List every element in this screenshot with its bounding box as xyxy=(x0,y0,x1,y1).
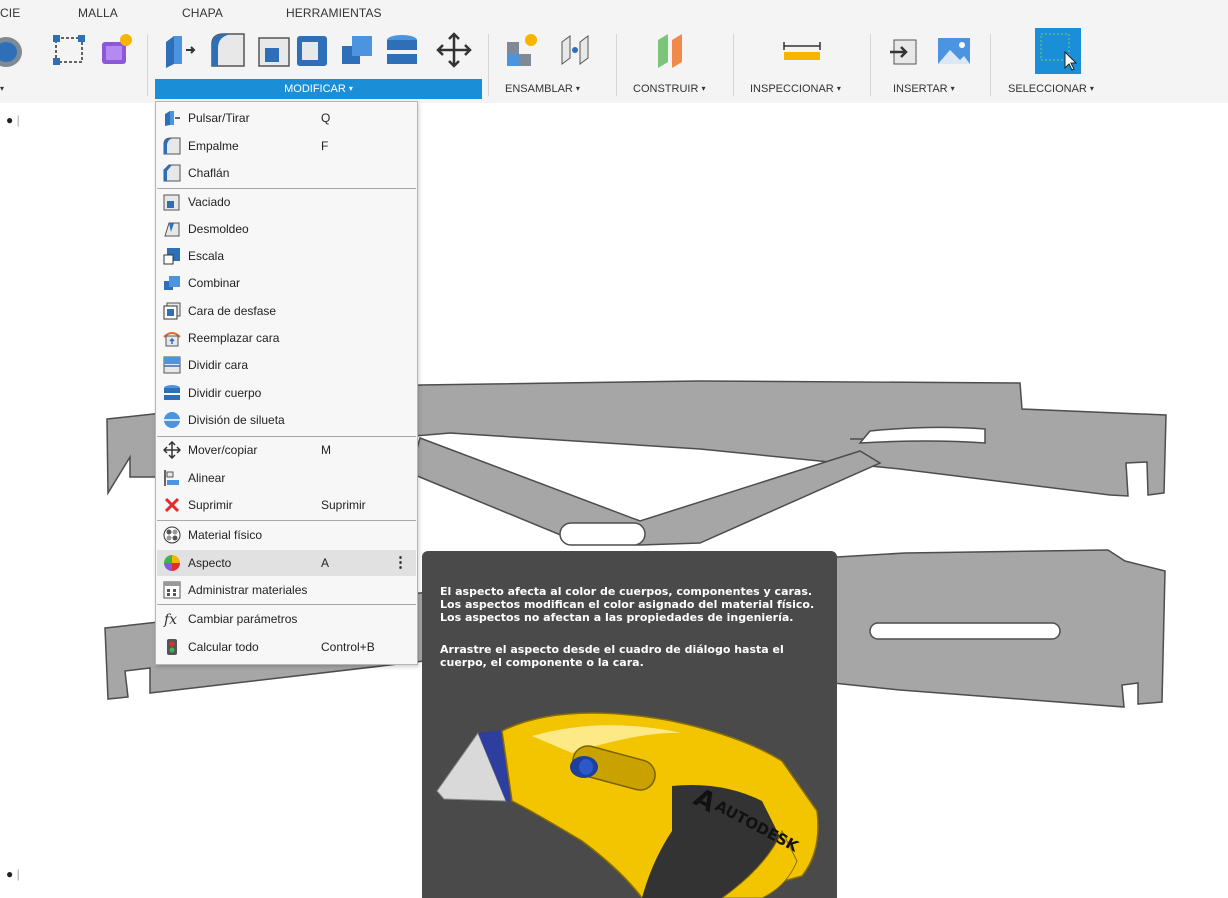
menu-item-escala[interactable]: Escala xyxy=(157,243,416,269)
physical-material-icon xyxy=(163,526,181,544)
workspace-tab-bar: CIE MALLA CHAPA HERRAMIENTAS xyxy=(0,0,1228,26)
split-view-icon[interactable] xyxy=(293,30,333,70)
chamfer-icon xyxy=(163,164,181,182)
tooltip-line: El aspecto afecta al color de cuerpos, c… xyxy=(440,585,813,598)
more-options-icon[interactable]: ⋮ xyxy=(393,553,408,571)
menu-item-desmoldeo[interactable]: Desmoldeo xyxy=(157,216,416,242)
toolbar-divider xyxy=(990,34,991,96)
tooltip-line: Arrastre el aspecto desde el cuadro de d… xyxy=(440,643,784,656)
toolbar-divider xyxy=(733,34,734,96)
move-copy-icon[interactable] xyxy=(434,30,474,70)
draft-icon xyxy=(164,222,180,237)
shell-icon[interactable] xyxy=(255,30,295,70)
toolbar-divider xyxy=(488,34,489,96)
revolve-icon[interactable] xyxy=(0,30,26,70)
insert-derive-icon[interactable] xyxy=(886,30,926,70)
split-face-icon xyxy=(163,356,181,374)
split-body-icon[interactable] xyxy=(382,30,422,70)
menu-item-cambiar-parametros[interactable]: fx Cambiar parámetros xyxy=(157,606,416,632)
browser-toggle-bottom[interactable]: ● | xyxy=(6,867,36,889)
delete-icon xyxy=(164,497,180,513)
toolbar-divider xyxy=(616,34,617,96)
utility-knife-illustration: A AUTODESK xyxy=(436,712,819,898)
menu-item-chaflan[interactable]: Chaflán xyxy=(157,160,416,186)
press-pull-icon[interactable] xyxy=(160,30,200,70)
tab-herramientas[interactable]: HERRAMIENTAS xyxy=(286,6,382,20)
scale-icon xyxy=(163,248,180,265)
combine-icon xyxy=(164,276,180,290)
change-parameters-icon: fx xyxy=(163,612,177,628)
modificar-dropdown-menu: Pulsar/Tirar Q Empalme F Chaflán Vaciado… xyxy=(155,101,418,665)
menu-item-vaciado[interactable]: Vaciado xyxy=(157,189,416,215)
construir-group-button[interactable]: CONSTRUIR ▾ xyxy=(633,79,721,99)
center-slot xyxy=(559,522,646,546)
press-pull-icon xyxy=(165,111,180,126)
lower-slot xyxy=(869,622,1061,640)
seleccionar-group-button[interactable]: SELECCIONAR ▾ xyxy=(1008,79,1114,99)
new-component-icon[interactable] xyxy=(503,30,543,70)
menu-item-cara-de-desfase[interactable]: Cara de desfase xyxy=(157,298,416,324)
aspecto-tooltip: El aspecto afecta al color de cuerpos, c… xyxy=(422,551,837,898)
compute-all-icon xyxy=(167,639,177,655)
tooltip-line: Los aspectos modifican el color asignado… xyxy=(440,598,815,611)
menu-item-pulsar-tirar[interactable]: Pulsar/Tirar Q xyxy=(157,105,416,131)
measure-icon[interactable] xyxy=(782,30,822,70)
offset-plane-icon[interactable] xyxy=(652,30,692,70)
tooltip-line: Los aspectos no afectan a las propiedade… xyxy=(440,611,794,624)
upper-slot xyxy=(858,426,986,444)
form-box-icon[interactable] xyxy=(96,30,136,70)
toolbar-divider xyxy=(147,34,148,96)
menu-item-dividir-cuerpo[interactable]: Dividir cuerpo xyxy=(157,380,416,406)
browser-toggle-top[interactable]: ● | xyxy=(6,113,36,135)
insertar-group-button[interactable]: INSERTAR ▾ xyxy=(893,79,969,99)
manage-materials-icon xyxy=(163,581,181,599)
ensamblar-group-button[interactable]: ENSAMBLAR ▾ xyxy=(505,79,597,99)
toolbar: ▾ MODIFICAR ▾ ENSAMBLAR ▾ CONSTRUIR ▾ IN… xyxy=(0,26,1228,104)
tab-chapa[interactable]: CHAPA xyxy=(182,6,223,20)
move-copy-icon xyxy=(163,441,181,459)
menu-item-suprimir[interactable]: Suprimir Suprimir xyxy=(157,492,416,518)
create-group-caret[interactable]: ▾ xyxy=(0,79,14,99)
insert-image-icon[interactable] xyxy=(934,30,974,70)
menu-item-calcular-todo[interactable]: Calcular todo Control+B xyxy=(157,634,416,660)
menu-item-administrar-materiales[interactable]: Administrar materiales xyxy=(157,577,416,603)
modificar-group-button[interactable]: MODIFICAR ▾ xyxy=(155,79,482,99)
menu-item-material-fisico[interactable]: Material físico xyxy=(157,522,416,548)
combine-icon[interactable] xyxy=(338,30,378,70)
select-icon[interactable] xyxy=(1035,28,1081,74)
menu-item-aspecto[interactable]: Aspecto A ⋮ xyxy=(157,550,416,576)
inspeccionar-group-button[interactable]: INSPECCIONAR ▾ xyxy=(750,79,858,99)
shell-icon xyxy=(163,194,180,211)
svg-text:fx: fx xyxy=(163,612,177,628)
sketch-rectangle-icon[interactable] xyxy=(50,30,90,70)
menu-item-combinar[interactable]: Combinar xyxy=(157,270,416,296)
menu-item-reemplazar-cara[interactable]: Reemplazar cara xyxy=(157,325,416,351)
menu-item-division-de-silueta[interactable]: División de silueta xyxy=(157,407,416,433)
menu-item-mover-copiar[interactable]: Mover/copiar M xyxy=(157,437,416,463)
menu-item-dividir-cara[interactable]: Dividir cara xyxy=(157,352,416,378)
toolbar-divider xyxy=(870,34,871,96)
menu-separator xyxy=(157,520,416,521)
fillet-icon[interactable] xyxy=(208,30,248,70)
tooltip-line: cuerpo, el componente o la cara. xyxy=(440,656,644,669)
menu-item-alinear[interactable]: Alinear xyxy=(157,465,416,491)
appearance-icon xyxy=(164,555,180,571)
joint-icon[interactable] xyxy=(556,30,596,70)
menu-separator xyxy=(157,604,416,605)
fillet-icon xyxy=(163,137,181,155)
tab-malla[interactable]: MALLA xyxy=(78,6,118,20)
silhouette-split-icon xyxy=(164,412,180,428)
replace-face-icon xyxy=(163,332,181,347)
tab-superficie[interactable]: CIE xyxy=(0,6,20,20)
align-icon xyxy=(164,470,179,486)
split-body-icon xyxy=(164,385,180,400)
menu-item-empalme[interactable]: Empalme F xyxy=(157,133,416,159)
offset-face-icon xyxy=(163,302,181,320)
